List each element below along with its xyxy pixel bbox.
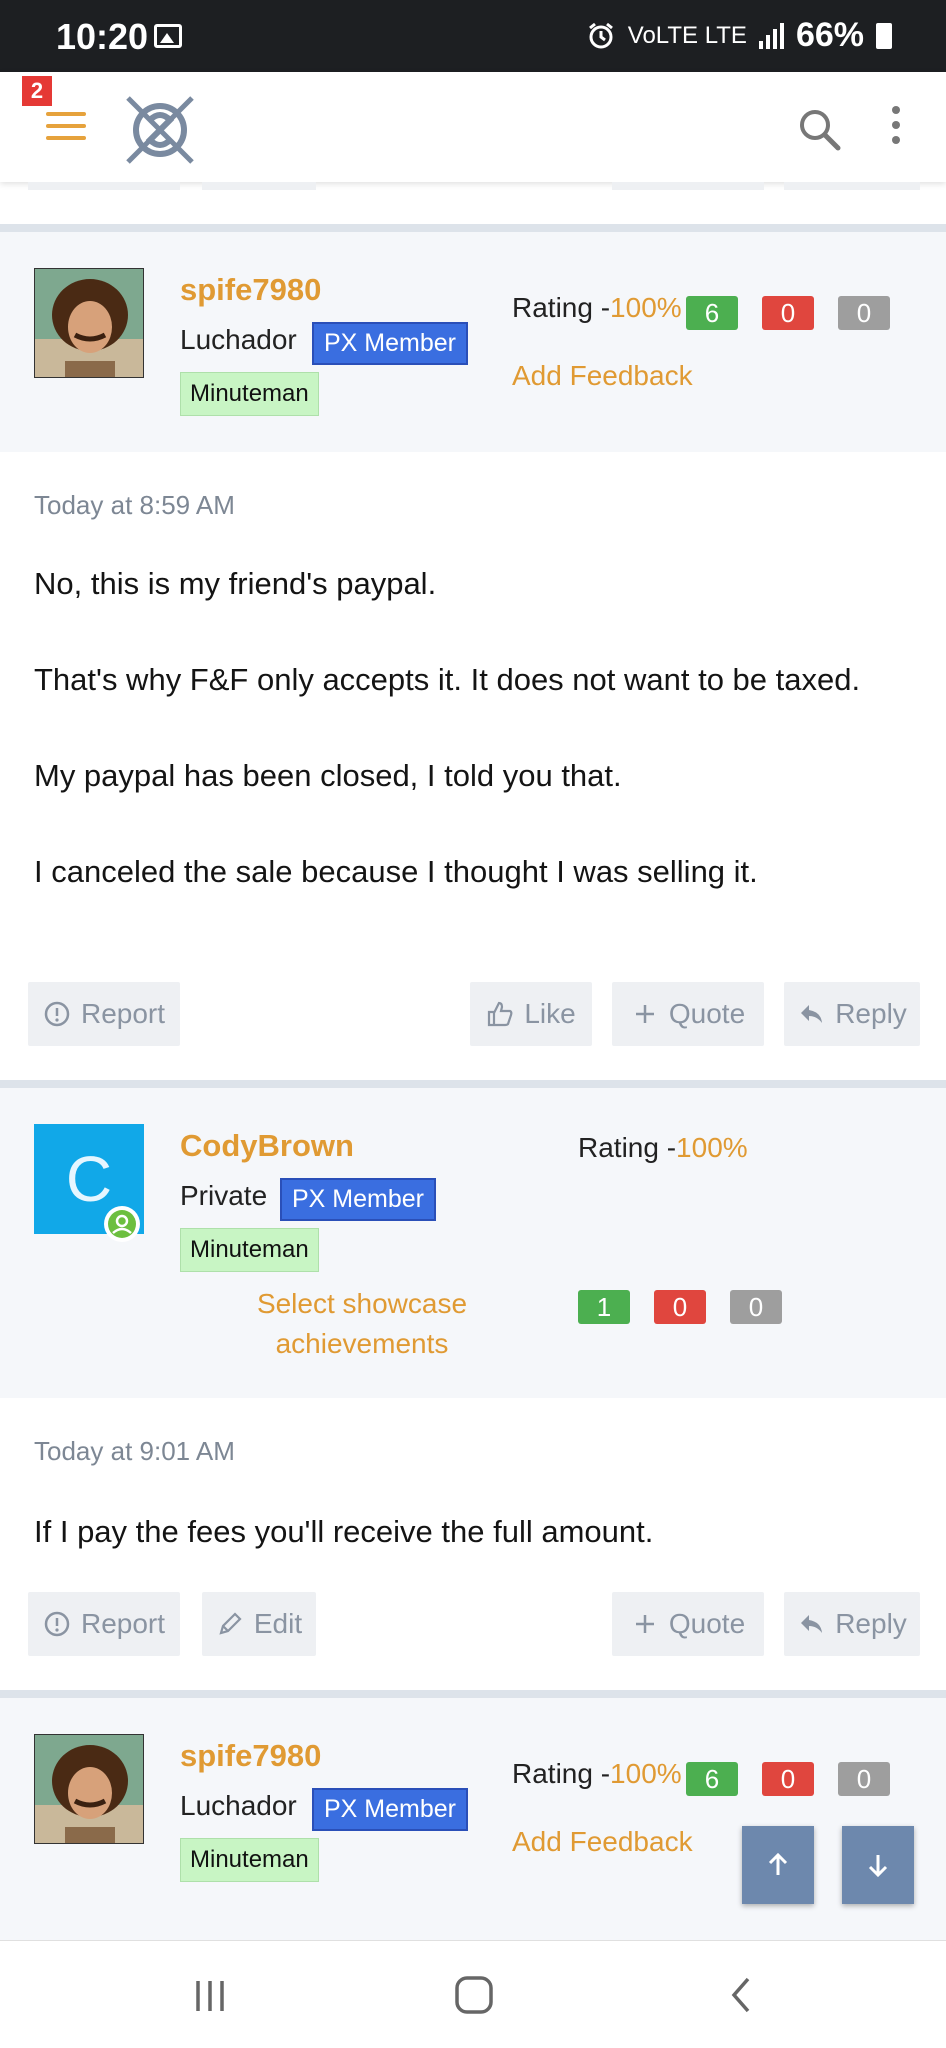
post-date[interactable]: Today at 9:01 AM (34, 1436, 235, 1467)
network-label: VoLTE LTE (627, 21, 747, 49)
user-rank: Luchador (180, 1790, 297, 1821)
signal-icon (758, 22, 784, 49)
pencil-icon (219, 1612, 242, 1635)
post-date[interactable]: Today at 8:59 AM (34, 490, 235, 521)
positive-feedback-count[interactable]: 1 (578, 1290, 630, 1324)
reply-icon (801, 1005, 823, 1023)
arrow-down-icon (868, 1855, 888, 1878)
scroll-up-button[interactable] (742, 1826, 814, 1904)
thumbs-up-icon (488, 1001, 513, 1027)
report-icon (44, 1611, 70, 1637)
status-bar: 10:20 VoLTE LTE 66% (0, 0, 946, 72)
like-button[interactable]: Like (470, 982, 592, 1046)
scroll-down-button[interactable] (842, 1826, 914, 1904)
battery-percent: 66% (795, 16, 864, 54)
post-separator (0, 1080, 946, 1088)
report-icon (44, 1001, 70, 1027)
post-message: No, this is my friend's paypal. That's w… (34, 560, 914, 896)
prev-button-stub (784, 182, 920, 190)
username[interactable]: spife7980 (180, 1738, 321, 1774)
username[interactable]: spife7980 (180, 272, 321, 308)
positive-feedback-count[interactable]: 6 (686, 1762, 738, 1796)
reply-icon (801, 1615, 823, 1633)
username[interactable]: CodyBrown (180, 1128, 354, 1164)
alarm-icon (588, 22, 613, 48)
negative-feedback-count[interactable]: 0 (762, 296, 814, 330)
reply-button[interactable]: Reply (784, 982, 920, 1046)
avatar[interactable] (34, 1734, 144, 1844)
message-paragraph: My paypal has been closed, I told you th… (34, 758, 622, 793)
positive-feedback-count[interactable]: 6 (686, 296, 738, 330)
notification-badge[interactable]: 2 (22, 76, 52, 106)
back-icon[interactable] (722, 1975, 762, 2015)
post-message: If I pay the fees you'll receive the ful… (34, 1508, 914, 1556)
online-status-icon (104, 1206, 140, 1242)
plus-icon (635, 1005, 654, 1023)
px-member-badge: PX Member (280, 1178, 436, 1221)
edit-button[interactable]: Edit (202, 1592, 316, 1656)
quote-button[interactable]: Quote (612, 1592, 764, 1656)
more-options-icon[interactable] (884, 102, 908, 152)
post-author-block: spife7980 Luchador PX Member Minuteman R… (0, 232, 946, 452)
rating-text: Rating -100% (578, 1132, 748, 1163)
neutral-feedback-count[interactable]: 0 (838, 1762, 890, 1796)
report-button[interactable]: Report (28, 1592, 180, 1656)
neutral-feedback-count[interactable]: 0 (838, 296, 890, 330)
plus-icon (635, 1615, 654, 1633)
avatar[interactable] (34, 268, 144, 378)
status-icons: VoLTE LTE 66% (586, 16, 892, 55)
px-member-badge: PX Member (312, 322, 468, 365)
user-rank: Private (180, 1180, 268, 1211)
add-feedback-link[interactable]: Add Feedback (512, 360, 693, 392)
status-time: 10:20 (56, 16, 149, 57)
report-button[interactable]: Report (28, 982, 180, 1046)
rating-text: Rating -100% (512, 292, 682, 323)
message-paragraph: That's why F&F only accepts it. It does … (34, 662, 861, 697)
showcase-link[interactable]: Select showcase achievements (220, 1284, 504, 1364)
post-author-block: C CodyBrown Private PX Member Minuteman … (0, 1088, 946, 1398)
px-member-badge: PX Member (312, 1788, 468, 1831)
reply-button[interactable]: Reply (784, 1592, 920, 1656)
recent-apps-icon[interactable] (190, 1975, 230, 2015)
message-paragraph: If I pay the fees you'll receive the ful… (34, 1514, 654, 1549)
prev-button-stub (202, 182, 316, 190)
prev-button-stub (612, 182, 764, 190)
title-badge: Minuteman (180, 1228, 319, 1272)
menu-icon[interactable] (46, 112, 86, 148)
rating-text: Rating -100% (512, 1758, 682, 1789)
add-feedback-link[interactable]: Add Feedback (512, 1826, 693, 1858)
image-notification-icon (154, 24, 182, 48)
negative-feedback-count[interactable]: 0 (654, 1290, 706, 1324)
user-rank: Luchador (180, 324, 297, 355)
message-paragraph: No, this is my friend's paypal. (34, 566, 437, 601)
quote-button[interactable]: Quote (612, 982, 764, 1046)
site-logo[interactable] (120, 90, 200, 170)
prev-button-stub (28, 182, 180, 190)
post-separator (0, 1690, 946, 1698)
title-badge: Minuteman (180, 1838, 319, 1882)
title-badge: Minuteman (180, 372, 319, 416)
app-header: 2 (0, 72, 946, 182)
system-navigation-bar (0, 1940, 946, 2048)
message-paragraph: I canceled the sale because I thought I … (34, 854, 758, 889)
neutral-feedback-count[interactable]: 0 (730, 1290, 782, 1324)
home-icon[interactable] (454, 1975, 494, 2015)
negative-feedback-count[interactable]: 0 (762, 1762, 814, 1796)
search-icon[interactable] (796, 106, 842, 152)
post-separator (0, 224, 946, 232)
arrow-up-icon (768, 1852, 788, 1875)
battery-icon (876, 22, 892, 49)
